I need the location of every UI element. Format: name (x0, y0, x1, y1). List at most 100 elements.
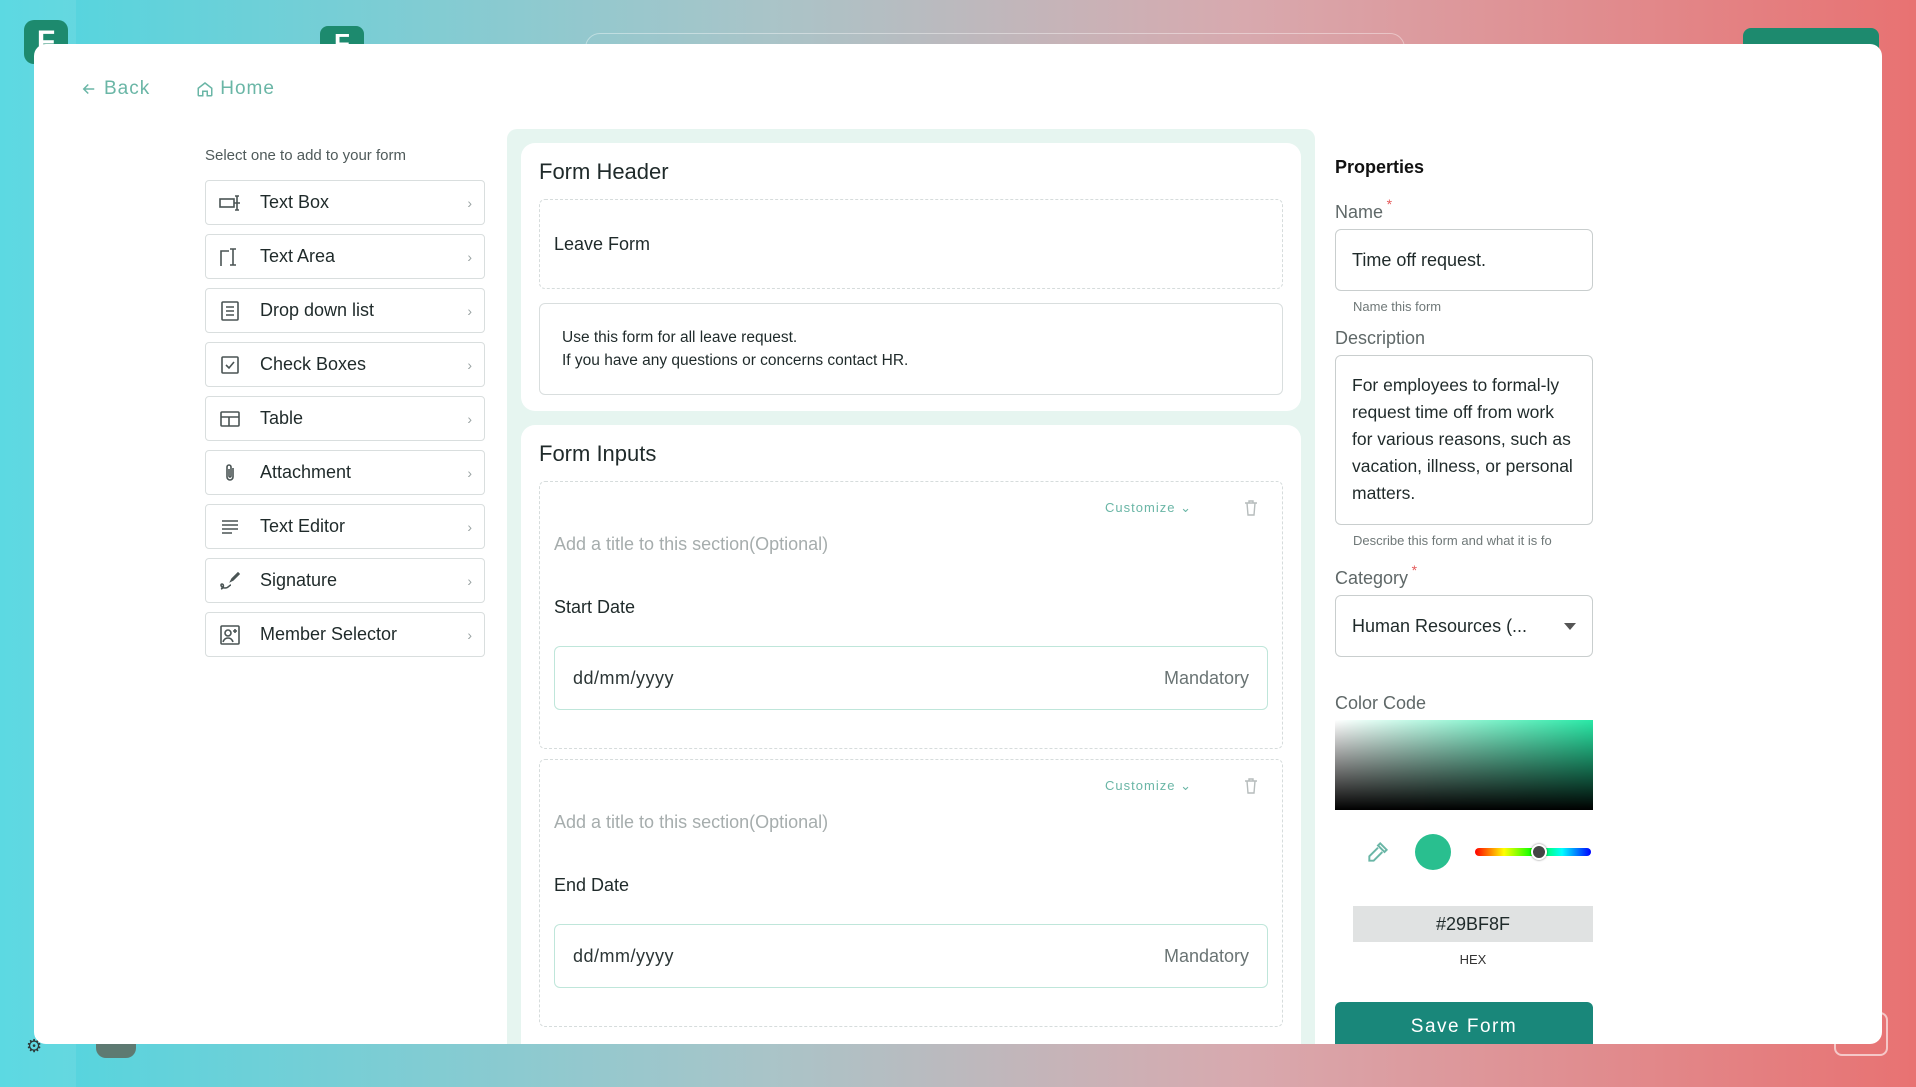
palette-item-label: Attachment (260, 462, 352, 482)
properties-panel: Properties Name * Time off request. Name … (1335, 157, 1593, 967)
caret-down-icon (1564, 622, 1576, 630)
palette-item-check-boxes[interactable]: Check Boxes › (205, 342, 485, 387)
field-palette: Select one to add to your form Text Box … (205, 147, 485, 666)
name-label-text: Name (1335, 202, 1384, 222)
hue-slider-thumb[interactable] (1530, 844, 1547, 860)
chevron-right-icon: › (467, 248, 472, 265)
text-box-icon (218, 191, 242, 215)
table-icon (218, 407, 242, 431)
signature-icon (218, 569, 242, 593)
back-label: Back (104, 78, 151, 99)
back-link[interactable]: Back (80, 78, 150, 100)
palette-item-label: Drop down list (260, 300, 375, 320)
start-date-input[interactable]: dd/mm/yyyy Mandatory (554, 646, 1268, 710)
form-header-card: Form Header Leave Form Use this form for… (521, 143, 1301, 411)
chevron-right-icon: › (467, 518, 472, 535)
color-picker: #29BF8F HEX (1335, 720, 1593, 967)
palette-item-label: Member Selector (260, 624, 398, 644)
chevron-right-icon: › (467, 194, 472, 211)
color-swatch (1415, 834, 1451, 870)
customize-label: Customize (1105, 500, 1176, 515)
name-input[interactable]: Time off request. (1335, 229, 1593, 291)
category-label: Category * (1335, 562, 1417, 589)
palette-item-label: Signature (260, 570, 338, 590)
chevron-right-icon: › (467, 302, 472, 319)
name-helper: Name this form (1353, 299, 1442, 314)
palette-item-attachment[interactable]: Attachment › (205, 450, 485, 495)
mandatory-label: Mandatory (1163, 667, 1249, 688)
chevron-right-icon: › (467, 572, 472, 589)
customize-label: Customize (1105, 778, 1176, 793)
paperclip-icon (218, 461, 242, 485)
palette-item-text-box[interactable]: Text Box › (205, 180, 485, 225)
palette-item-label: Table (260, 408, 304, 428)
dropdown-list-icon (218, 299, 242, 323)
hex-input[interactable]: #29BF8F (1353, 906, 1593, 942)
form-inputs-card: Form Inputs Customize ⌄ Add a title to t… (521, 425, 1301, 1044)
palette-item-drop-down-list[interactable]: Drop down list › (205, 288, 485, 333)
customize-dropdown[interactable]: Customize ⌄ (1105, 500, 1192, 516)
saturation-area[interactable] (1335, 720, 1593, 810)
customize-dropdown[interactable]: Customize ⌄ (1105, 778, 1192, 794)
properties-title: Properties (1335, 157, 1425, 177)
text-area-icon (218, 245, 242, 269)
home-link[interactable]: Home (196, 78, 275, 100)
palette-item-signature[interactable]: Signature › (205, 558, 485, 603)
section-toolbar: Customize ⌄ (554, 500, 1268, 516)
eyedropper-icon[interactable] (1365, 839, 1391, 865)
save-form-button[interactable]: Save Form (1335, 1002, 1593, 1044)
palette-item-table[interactable]: Table › (205, 396, 485, 441)
arrow-left-icon (82, 83, 95, 95)
chevron-right-icon: › (467, 410, 472, 427)
date-placeholder: dd/mm/yyyy (573, 945, 675, 966)
palette-item-label: Check Boxes (260, 354, 367, 374)
form-inputs-title: Form Inputs (539, 441, 657, 466)
field-label: End Date (554, 875, 630, 895)
end-date-input[interactable]: dd/mm/yyyy Mandatory (554, 924, 1268, 988)
form-name-display[interactable]: Leave Form (539, 199, 1283, 289)
palette-item-label: Text Area (260, 246, 336, 266)
form-header-title: Form Header (539, 159, 669, 184)
category-label-text: Category (1335, 568, 1409, 588)
palette-item-text-area[interactable]: Text Area › (205, 234, 485, 279)
checkbox-icon (218, 353, 242, 377)
form-description-line: If you have any questions or concerns co… (562, 352, 909, 369)
palette-item-label: Text Editor (260, 516, 346, 536)
form-builder-modal: Back Home Select one to add to your form… (34, 44, 1882, 1044)
text-editor-icon (218, 515, 242, 539)
home-label: Home (220, 78, 275, 99)
picker-controls (1335, 834, 1593, 870)
category-select[interactable]: Human Resources (... (1335, 595, 1593, 657)
chevron-right-icon: › (467, 356, 472, 373)
chevron-down-icon: ⌄ (1180, 500, 1192, 515)
section-title-placeholder[interactable]: Add a title to this section(Optional) (554, 812, 1268, 833)
description-helper: Describe this form and what it is fo (1353, 533, 1552, 548)
description-textarea[interactable]: For employees to formal-ly request time … (1335, 355, 1593, 525)
section-title-placeholder[interactable]: Add a title to this section(Optional) (554, 534, 1268, 555)
palette-item-label: Text Box (260, 192, 330, 212)
required-asterisk: * (1411, 562, 1418, 578)
chevron-right-icon: › (467, 464, 472, 481)
top-navigation: Back Home (80, 78, 275, 100)
palette-item-text-editor[interactable]: Text Editor › (205, 504, 485, 549)
palette-item-member-selector[interactable]: Member Selector › (205, 612, 485, 657)
description-label: Description (1335, 328, 1426, 348)
form-description-display[interactable]: Use this form for all leave request. If … (539, 303, 1283, 395)
hue-slider[interactable] (1475, 844, 1591, 860)
trash-icon[interactable] (1244, 778, 1258, 794)
chevron-down-icon: ⌄ (1180, 778, 1192, 793)
form-description-line: Use this form for all leave request. (562, 329, 798, 346)
required-asterisk: * (1386, 196, 1393, 212)
hex-label: HEX (1459, 952, 1487, 967)
color-code-label: Color Code (1335, 693, 1427, 713)
form-section[interactable]: Customize ⌄ Add a title to this section(… (539, 759, 1283, 1027)
mandatory-label: Mandatory (1163, 945, 1249, 966)
chevron-right-icon: › (467, 626, 472, 643)
palette-hint: Select one to add to your form (205, 147, 406, 164)
trash-icon[interactable] (1244, 500, 1258, 516)
name-label: Name * (1335, 196, 1392, 223)
field-label: Start Date (554, 597, 636, 617)
category-value: Human Resources (... (1352, 615, 1528, 636)
form-section[interactable]: Customize ⌄ Add a title to this section(… (539, 481, 1283, 749)
member-selector-icon (218, 623, 242, 647)
